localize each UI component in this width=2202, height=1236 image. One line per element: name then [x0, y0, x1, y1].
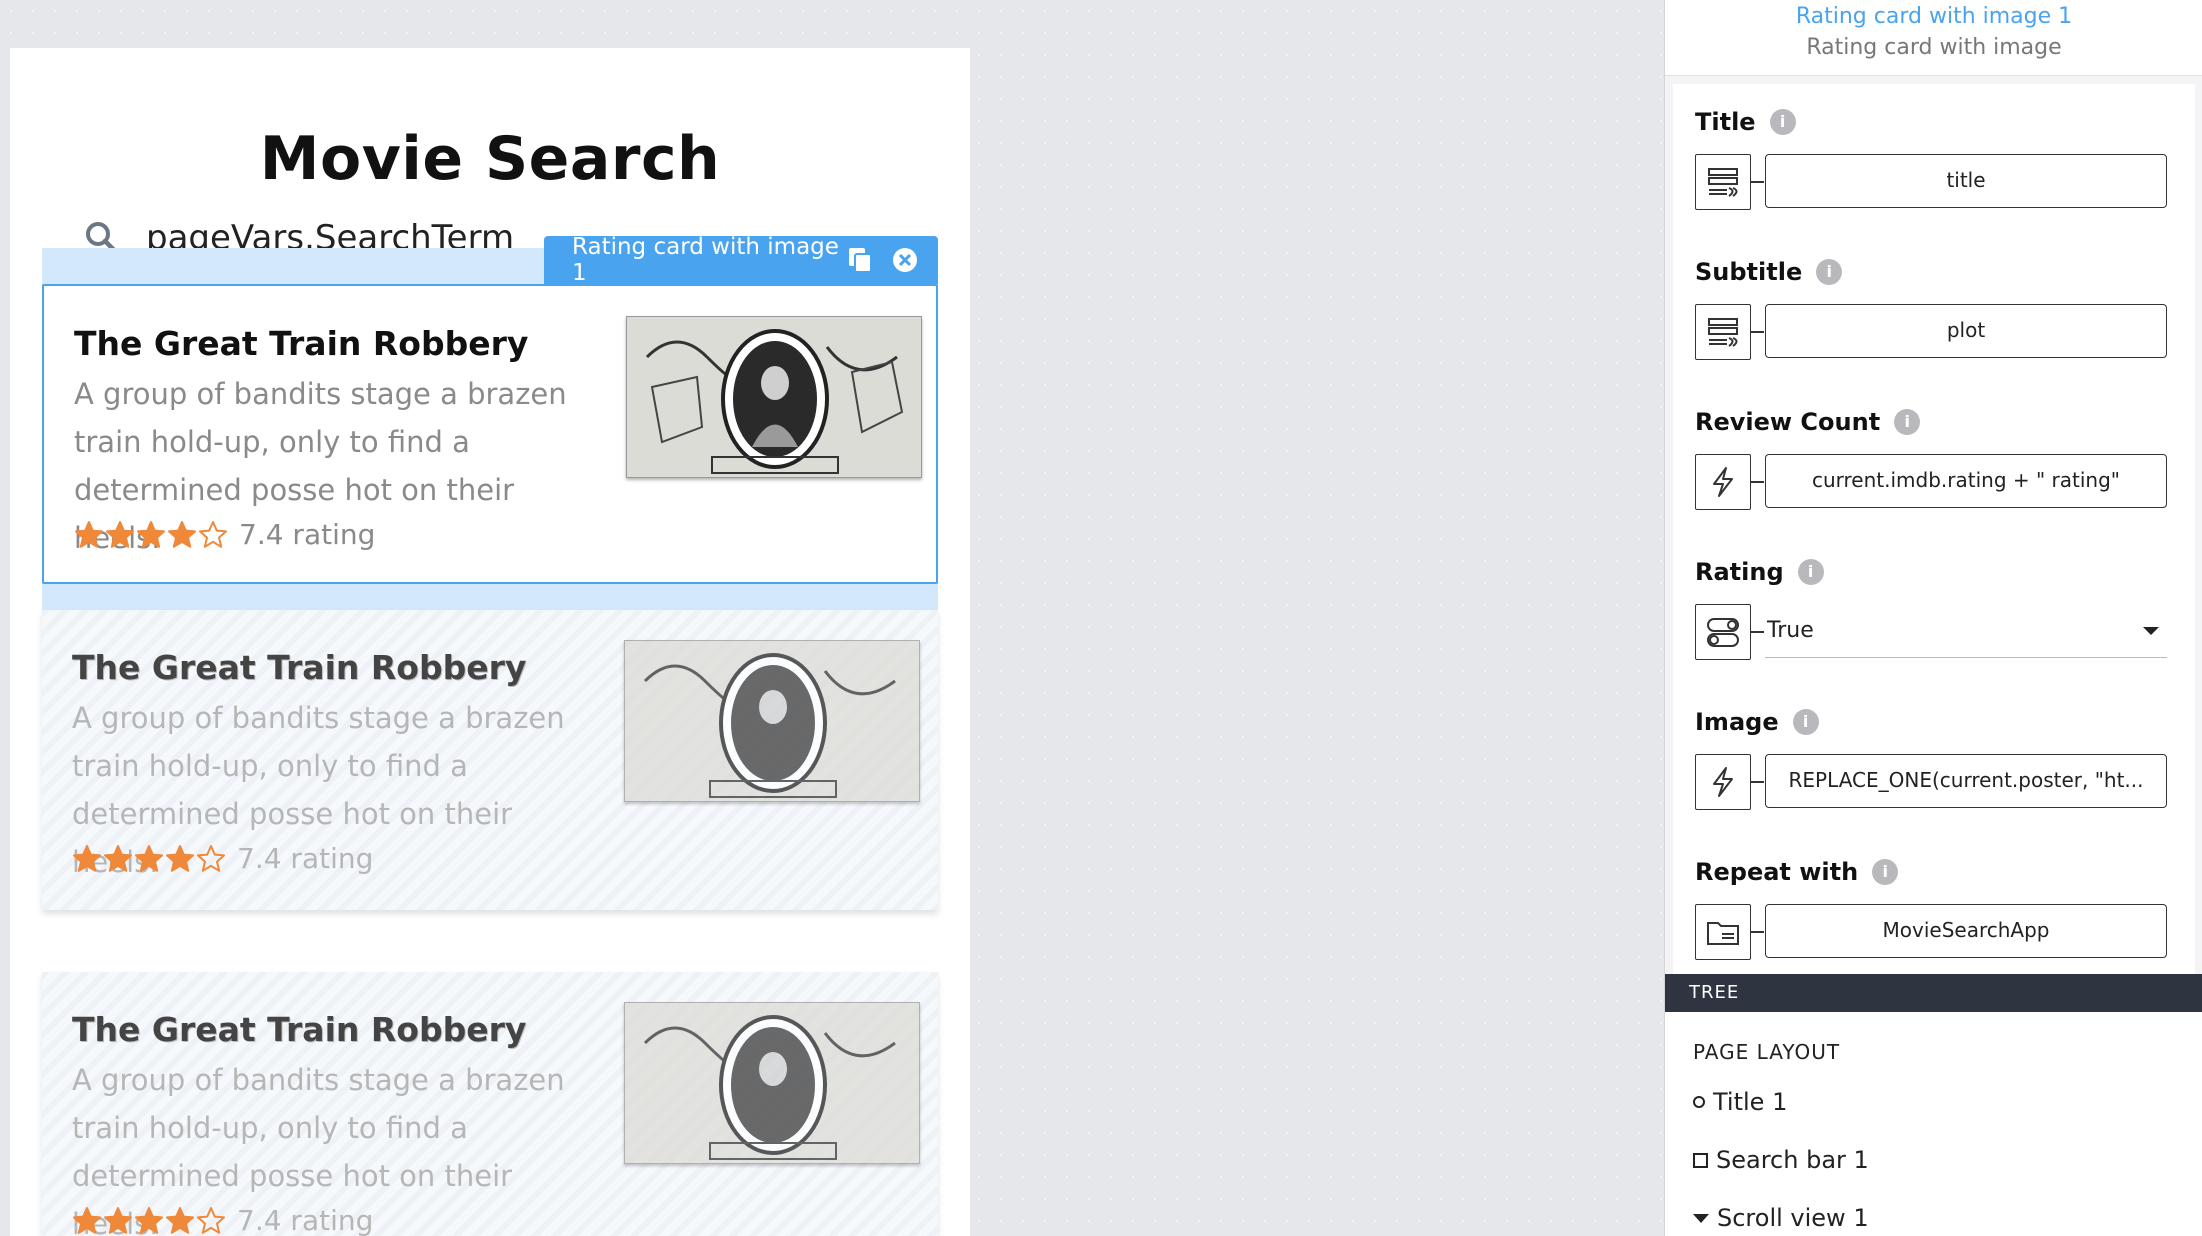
- star-filled-icon: [168, 520, 196, 548]
- prop-label-text: Rating: [1695, 558, 1784, 586]
- review-count: 7.4 rating: [237, 842, 374, 875]
- tree-item-search-bar[interactable]: Search bar 1: [1693, 1146, 1869, 1174]
- review-count: 7.4 rating: [237, 1204, 374, 1236]
- card-subtitle-line: A group of bandits stage a brazen: [72, 701, 565, 735]
- card-subtitle-line: train hold-up, only to find a: [72, 1111, 468, 1145]
- prop-label: Title i: [1695, 108, 1796, 136]
- card-subtitle-line: train hold-up, only to find a: [74, 425, 470, 459]
- card-poster-image: [624, 1002, 920, 1164]
- prop-title: Title i title: [1673, 84, 2195, 224]
- tree-item-label: Title 1: [1713, 1088, 1788, 1116]
- rating-card[interactable]: The Great Train Robbery A group of bandi…: [42, 284, 938, 584]
- prop-label: Subtitle i: [1695, 258, 1843, 286]
- prop-label-text: Repeat with: [1695, 858, 1859, 886]
- tree-item-label: Search bar 1: [1716, 1146, 1869, 1174]
- prop-label-text: Image: [1695, 708, 1779, 736]
- text-binding-icon[interactable]: [1695, 154, 1764, 210]
- prop-label-text: Review Count: [1695, 408, 1881, 436]
- component-name[interactable]: Rating card with image 1: [1665, 4, 2202, 29]
- tree-item-label: Scroll view 1: [1717, 1204, 1869, 1232]
- star-filled-icon: [104, 1206, 132, 1234]
- prop-rating: Rating i True: [1673, 534, 2195, 674]
- review-count-formula-field[interactable]: current.imdb.rating + " rating": [1765, 454, 2167, 508]
- card-subtitle-line: A group of bandits stage a brazen: [72, 1063, 565, 1097]
- square-icon: [1693, 1152, 1708, 1168]
- card-title: The Great Train Robbery: [72, 648, 527, 687]
- card-rating: 7.4 rating: [72, 1204, 373, 1236]
- formula-icon[interactable]: [1695, 754, 1764, 810]
- prop-review-count: Review Count i current.imdb.rating + " r…: [1673, 384, 2195, 524]
- text-binding-icon[interactable]: [1695, 304, 1764, 360]
- star-filled-icon: [104, 844, 132, 872]
- star-filled-icon: [73, 844, 101, 872]
- info-icon[interactable]: i: [1792, 709, 1819, 735]
- circle-icon: [1693, 1096, 1705, 1108]
- properties-list: Title i title Subtitle i plot Review Cou…: [1673, 84, 2195, 976]
- rating-select-value: True: [1767, 618, 1814, 643]
- info-icon[interactable]: i: [1797, 559, 1824, 585]
- card-rating: 7.4 rating: [72, 842, 373, 875]
- selection-tag[interactable]: Rating card with image 1: [544, 234, 938, 286]
- component-type: Rating card with image: [1806, 35, 2062, 60]
- repeat-with-field[interactable]: MovieSearchApp: [1765, 904, 2167, 958]
- prop-label: Image i: [1695, 708, 1819, 736]
- caret-down-icon[interactable]: [1693, 1213, 1709, 1223]
- inspector-header: Rating card with image 1 Rating card wit…: [1665, 0, 2202, 76]
- prop-image: Image i REPLACE_ONE(current.poster, "ht.…: [1673, 684, 2195, 824]
- layout-tree: PAGE LAYOUT Title 1 Search bar 1 Scroll …: [1665, 1012, 2202, 1236]
- chevron-down-icon[interactable]: [2143, 626, 2159, 635]
- tree-section-title: PAGE LAYOUT: [1693, 1040, 1841, 1064]
- prop-repeat-with: Repeat with i MovieSearchApp: [1673, 834, 2195, 974]
- star-filled-icon: [106, 520, 134, 548]
- formula-icon[interactable]: [1695, 454, 1764, 510]
- card-poster-image: [624, 640, 920, 802]
- card-poster-image: [626, 316, 922, 478]
- close-icon[interactable]: [890, 245, 920, 275]
- info-icon[interactable]: i: [1872, 859, 1899, 885]
- title-binding-field[interactable]: title: [1765, 154, 2167, 208]
- star-empty-icon: [197, 844, 225, 872]
- star-filled-icon: [166, 844, 194, 872]
- star-filled-icon: [135, 1206, 163, 1234]
- star-rating: [72, 844, 227, 874]
- review-count: 7.4 rating: [239, 518, 376, 551]
- subtitle-binding-field[interactable]: plot: [1765, 304, 2167, 358]
- star-filled-icon: [73, 1206, 101, 1234]
- prop-label: Review Count i: [1695, 408, 1921, 436]
- rating-card[interactable]: The Great Train Robbery A group of bandi…: [42, 610, 938, 910]
- star-filled-icon: [166, 1206, 194, 1234]
- star-filled-icon: [75, 520, 103, 548]
- rating-select[interactable]: True: [1765, 604, 2167, 658]
- prop-label: Rating i: [1695, 558, 1824, 586]
- toggle-icon[interactable]: [1695, 604, 1764, 660]
- rating-card[interactable]: The Great Train Robbery A group of bandi…: [42, 972, 938, 1236]
- star-filled-icon: [137, 520, 165, 548]
- star-rating: [72, 1206, 227, 1236]
- info-icon[interactable]: i: [1894, 409, 1921, 435]
- prop-label-text: Title: [1695, 108, 1756, 136]
- image-formula-field[interactable]: REPLACE_ONE(current.poster, "ht...: [1765, 754, 2167, 808]
- copy-icon[interactable]: [846, 245, 876, 275]
- tree-header[interactable]: TREE: [1665, 974, 2202, 1012]
- info-icon[interactable]: i: [1816, 259, 1843, 285]
- prop-subtitle: Subtitle i plot: [1673, 234, 2195, 374]
- card-rating: 7.4 rating: [74, 518, 375, 551]
- prop-label: Repeat with i: [1695, 858, 1899, 886]
- prop-label-text: Subtitle: [1695, 258, 1803, 286]
- collection-icon[interactable]: [1695, 904, 1764, 960]
- card-subtitle-line: train hold-up, only to find a: [72, 749, 468, 783]
- star-empty-icon: [199, 520, 227, 548]
- card-subtitle-line: A group of bandits stage a brazen: [74, 377, 567, 411]
- card-title: The Great Train Robbery: [72, 1010, 527, 1049]
- card-title: The Great Train Robbery: [74, 324, 529, 363]
- tree-item-scroll-view[interactable]: Scroll view 1: [1693, 1204, 1869, 1232]
- app-preview-screen: Movie Search pageVars.SearchTerm Rating …: [10, 48, 970, 1236]
- info-icon[interactable]: i: [1769, 109, 1796, 135]
- selection-tag-label: Rating card with image 1: [572, 234, 839, 286]
- star-empty-icon: [197, 1206, 225, 1234]
- tree-item-title[interactable]: Title 1: [1693, 1088, 1787, 1116]
- star-rating: [74, 520, 229, 550]
- inspector-panel: Rating card with image 1 Rating card wit…: [1664, 0, 2202, 1236]
- star-filled-icon: [135, 844, 163, 872]
